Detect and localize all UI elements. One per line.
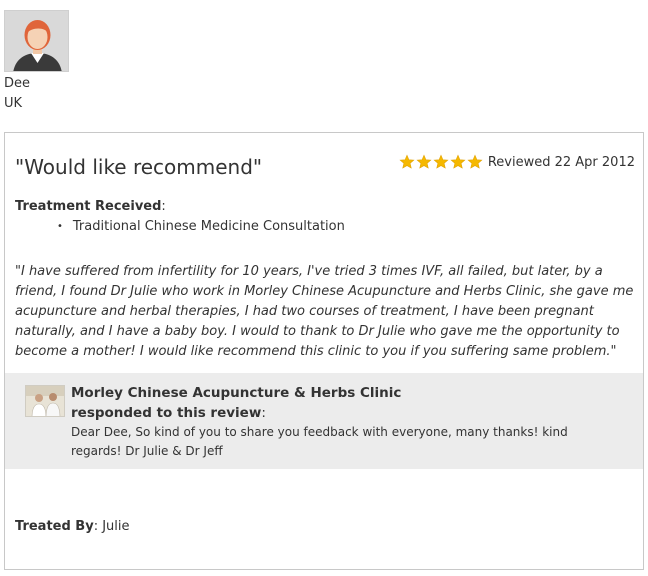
reviewer-info: Dee UK (4, 10, 69, 114)
star-icon (467, 154, 483, 169)
clinic-name: Morley Chinese Acupuncture & Herbs Clini… (71, 385, 402, 401)
treatment-list: • Traditional Chinese Medicine Consultati… (57, 219, 345, 234)
responded-colon: : (261, 405, 266, 421)
star-icon (450, 154, 466, 169)
reviewer-name: Dee (4, 76, 31, 91)
treated-by: Treated By: Julie (15, 519, 130, 534)
response-text: Dear Dee, So kind of you to share you fe… (71, 425, 568, 458)
review-body: "I have suffered from infertility for 10… (15, 264, 634, 359)
bullet-icon: • (57, 221, 63, 232)
responded-label-line: responded to this review: (71, 403, 401, 423)
star-icon (399, 154, 415, 169)
clinic-response: Morley Chinese Acupuncture & Herbs Clini… (5, 373, 643, 469)
review-card: "Would like recommend" Reviewed 22 Apr 2… (4, 132, 644, 570)
star-icon (433, 154, 449, 169)
treatment-label-text: Treatment Received (15, 199, 162, 214)
treatment-received-label: Treatment Received: (15, 199, 166, 214)
female-user-avatar-icon (4, 10, 69, 72)
responded-label: responded to this review (71, 405, 262, 421)
review-title: "Would like recommend" (15, 155, 263, 179)
list-item: • Traditional Chinese Medicine Consultati… (57, 219, 345, 234)
treatment-label-colon: : (161, 199, 166, 214)
review-rating: Reviewed 22 Apr 2012 (399, 154, 635, 170)
review-date: Reviewed 22 Apr 2012 (487, 154, 635, 170)
reviewer-location: UK (4, 96, 23, 111)
responder-heading: Morley Chinese Acupuncture & Herbs Clini… (71, 383, 401, 423)
treated-by-value: Julie (98, 519, 130, 534)
star-icon (416, 154, 432, 169)
star-rating (399, 154, 484, 170)
treated-by-label: Treated By (15, 519, 94, 534)
clinic-photo-icon (25, 385, 65, 417)
treatment-item: Traditional Chinese Medicine Consultatio… (72, 219, 345, 234)
